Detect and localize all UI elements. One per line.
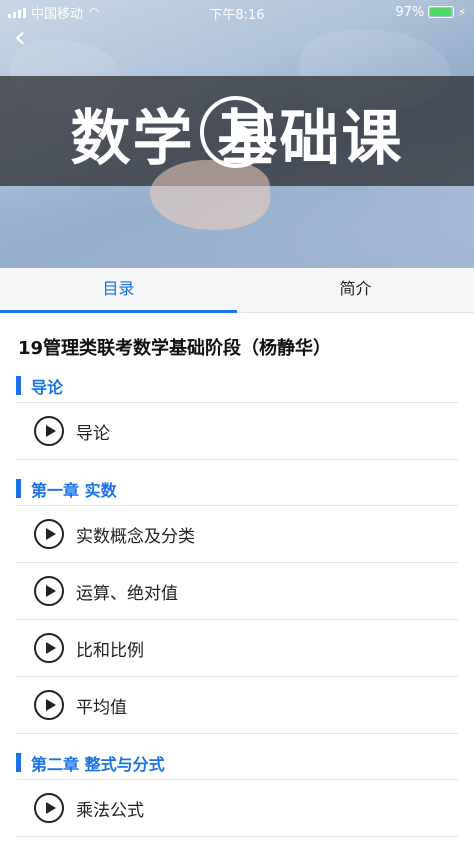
tab-catalog[interactable]: 目录	[0, 268, 237, 313]
lesson-item[interactable]: 导论	[16, 403, 458, 460]
course-banner: 数学 基础课	[0, 0, 474, 268]
lesson-item[interactable]: 运算、绝对值	[16, 563, 458, 620]
lesson-item[interactable]: 比和比例	[16, 620, 458, 677]
charging-icon: ⚡	[458, 5, 466, 19]
chapter-header: 导论	[16, 369, 458, 403]
lesson-item[interactable]: 乘法公式	[16, 780, 458, 837]
chapter-marker	[16, 753, 21, 772]
lesson-title: 乘法公式	[76, 800, 144, 821]
play-icon	[34, 519, 64, 549]
battery-icon	[428, 6, 455, 18]
play-icon	[34, 576, 64, 606]
chapter-title: 第二章 整式与分式	[31, 754, 165, 774]
chapter-title: 导论	[31, 377, 64, 397]
play-icon	[34, 633, 64, 663]
status-bar: 中国移动 ◠ 下午8:16 97% ⚡	[0, 0, 474, 24]
battery-percent: 97%	[395, 4, 425, 20]
chapter-marker	[16, 376, 21, 395]
play-circle-icon[interactable]	[200, 96, 272, 168]
chapter-title: 第一章 实数	[31, 480, 117, 500]
carrier-label: 中国移动	[31, 6, 84, 22]
course-title: 19管理类联考数学基础阶段（杨静华）	[18, 338, 332, 359]
catalog-content: 19管理类联考数学基础阶段（杨静华） 导论 导论 第一章 实数 实数概念及分类 …	[0, 313, 474, 837]
tab-bar: 目录 简介	[0, 268, 474, 313]
chapter-header: 第一章 实数	[16, 472, 458, 506]
play-icon	[34, 416, 64, 446]
lesson-title: 运算、绝对值	[76, 583, 178, 604]
chapter-header: 第二章 整式与分式	[16, 746, 458, 780]
lesson-title: 实数概念及分类	[76, 526, 195, 547]
wifi-icon: ◠	[89, 5, 100, 19]
signal-icon	[8, 7, 26, 18]
lesson-item[interactable]: 实数概念及分类	[16, 506, 458, 563]
chapter-marker	[16, 479, 21, 498]
back-button[interactable]: ‹	[14, 23, 38, 53]
lesson-item[interactable]: 平均值	[16, 677, 458, 734]
play-icon	[34, 793, 64, 823]
lesson-title: 平均值	[76, 697, 127, 718]
tab-intro[interactable]: 简介	[237, 268, 474, 312]
lesson-title: 比和比例	[76, 640, 144, 661]
lesson-title: 导论	[76, 423, 110, 444]
play-icon	[34, 690, 64, 720]
